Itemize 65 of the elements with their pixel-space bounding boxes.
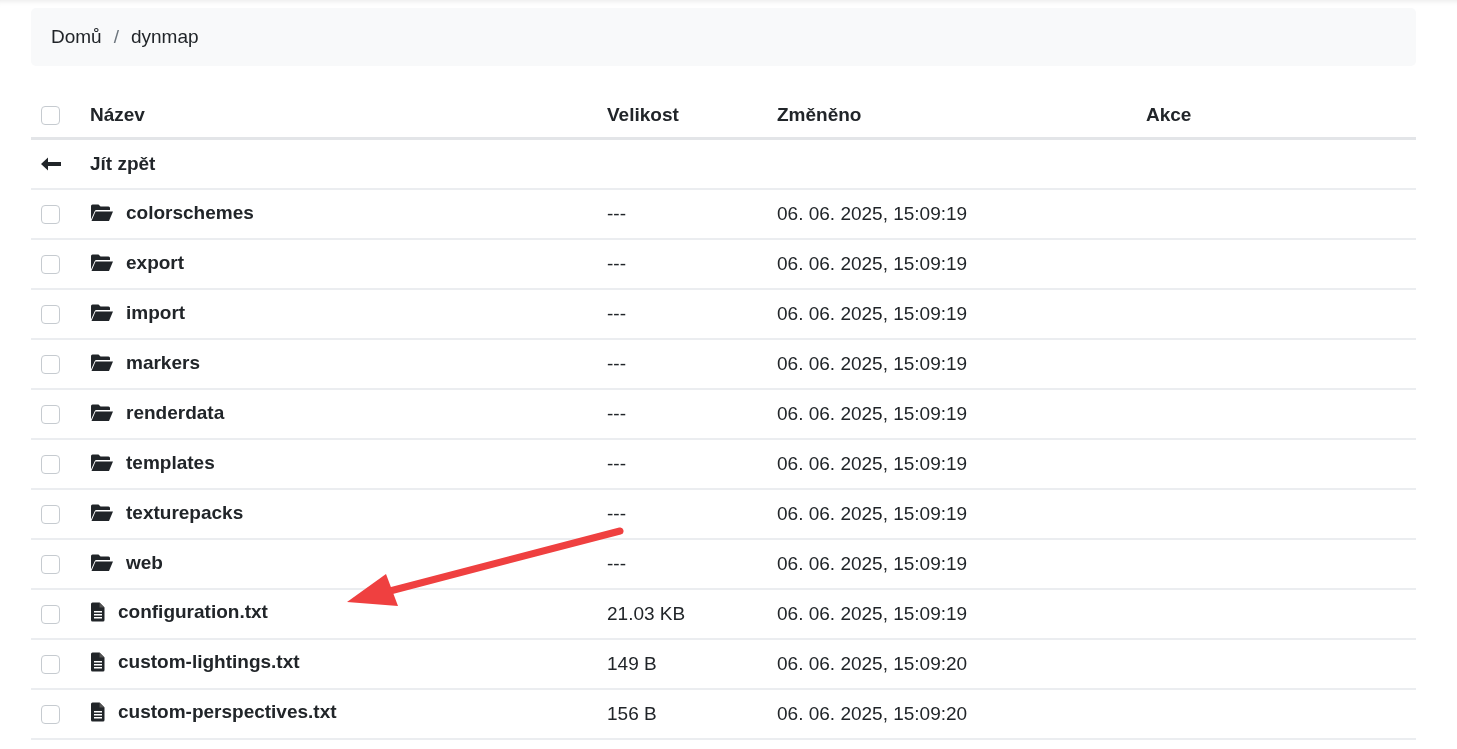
- file-name[interactable]: custom-perspectives.txt: [118, 701, 337, 723]
- folder-name[interactable]: markers: [126, 351, 200, 374]
- size-cell: ---: [597, 389, 767, 439]
- modified-cell: 06. 06. 2025, 15:09:19: [767, 339, 1136, 389]
- checkbox[interactable]: [41, 355, 60, 375]
- modified-cell: 06. 06. 2025, 15:09:19: [767, 239, 1136, 289]
- modified-cell: 06. 06. 2025, 15:09:19: [767, 439, 1136, 489]
- modified-cell: 06. 06. 2025, 15:09:19: [767, 189, 1136, 239]
- back-link[interactable]: Jít zpět: [90, 153, 156, 175]
- folder-name[interactable]: export: [126, 251, 185, 274]
- checkbox[interactable]: [41, 605, 60, 625]
- folder-icon: [90, 303, 114, 322]
- column-header: Velikost: [597, 93, 767, 139]
- breadcrumb-link[interactable]: dynmap: [130, 26, 199, 48]
- folder-name[interactable]: renderdata: [126, 401, 225, 424]
- checkbox[interactable]: [41, 505, 60, 525]
- file-icon: [90, 652, 106, 672]
- checkbox[interactable]: [41, 405, 60, 425]
- checkbox[interactable]: [41, 705, 60, 725]
- column-header: Změněno: [767, 93, 1136, 139]
- file-icon: [90, 602, 106, 622]
- folder-name[interactable]: colorschemes: [126, 201, 254, 224]
- modified-cell: 06. 06. 2025, 15:09:19: [767, 389, 1136, 439]
- folder-name[interactable]: texturepacks: [126, 501, 244, 524]
- folder-icon: [90, 503, 114, 522]
- file-name[interactable]: configuration.txt: [118, 601, 268, 623]
- folder-name[interactable]: web: [126, 551, 163, 574]
- size-cell: ---: [597, 439, 767, 489]
- folder-icon: [90, 453, 114, 472]
- size-cell: 156 B: [597, 689, 767, 739]
- modified-cell: 06. 06. 2025, 15:09:19: [767, 289, 1136, 339]
- size-cell: ---: [597, 289, 767, 339]
- modified-cell: 06. 06. 2025, 15:09:20: [767, 639, 1136, 689]
- breadcrumb-link[interactable]: Domů: [51, 26, 102, 48]
- size-cell: ---: [597, 339, 767, 389]
- folder-name[interactable]: templates: [126, 451, 215, 474]
- file-name[interactable]: custom-lightings.txt: [118, 651, 300, 673]
- folder-icon: [90, 403, 114, 422]
- checkbox[interactable]: [41, 106, 60, 126]
- size-cell: ---: [597, 189, 767, 239]
- modified-cell: 06. 06. 2025, 15:09:19: [767, 539, 1136, 589]
- checkbox[interactable]: [41, 255, 60, 275]
- folder-icon: [90, 353, 114, 372]
- folder-icon: [90, 553, 114, 572]
- column-header: Název: [80, 93, 597, 139]
- modified-cell: 06. 06. 2025, 15:09:19: [767, 589, 1136, 639]
- size-cell: 21.03 KB: [597, 589, 767, 639]
- checkbox[interactable]: [41, 455, 60, 475]
- checkbox[interactable]: [41, 305, 60, 325]
- size-cell: ---: [597, 489, 767, 539]
- checkbox[interactable]: [41, 205, 60, 225]
- size-cell: ---: [597, 239, 767, 289]
- checkbox[interactable]: [41, 555, 60, 575]
- modified-cell: 06. 06. 2025, 15:09:20: [767, 689, 1136, 739]
- breadcrumb-separator: /: [113, 26, 119, 48]
- size-cell: 149 B: [597, 639, 767, 689]
- folder-icon: [90, 203, 114, 222]
- folder-name[interactable]: import: [126, 301, 186, 324]
- back-arrow-icon: [41, 157, 61, 171]
- checkbox[interactable]: [41, 655, 60, 675]
- folder-icon: [90, 253, 114, 272]
- file-icon: [90, 702, 106, 722]
- size-cell: ---: [597, 539, 767, 589]
- column-header: Akce: [1136, 93, 1416, 139]
- modified-cell: 06. 06. 2025, 15:09:19: [767, 489, 1136, 539]
